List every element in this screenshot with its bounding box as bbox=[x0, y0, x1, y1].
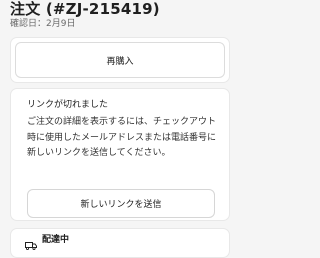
rebuy-card: 再購入 bbox=[10, 37, 230, 83]
rebuy-button[interactable]: 再購入 bbox=[15, 42, 225, 78]
truck-icon bbox=[25, 235, 37, 251]
order-confirmed-date: 確認日：2月9日 bbox=[10, 19, 76, 29]
link-expired-message: ご注文の詳細を表示するには、チェックアウト時に使用したメールアドレスまたは電話番… bbox=[27, 117, 217, 158]
shipping-status-card: 配達中 bbox=[10, 228, 230, 258]
link-expired-heading: リンクが切れました bbox=[27, 100, 109, 110]
shipping-status-label: 配達中 bbox=[42, 235, 70, 245]
send-new-link-button[interactable]: 新しいリンクを送信 bbox=[27, 189, 215, 218]
link-expired-card: リンクが切れました ご注文の詳細を表示するには、チェックアウト時に使用したメール… bbox=[10, 88, 230, 221]
